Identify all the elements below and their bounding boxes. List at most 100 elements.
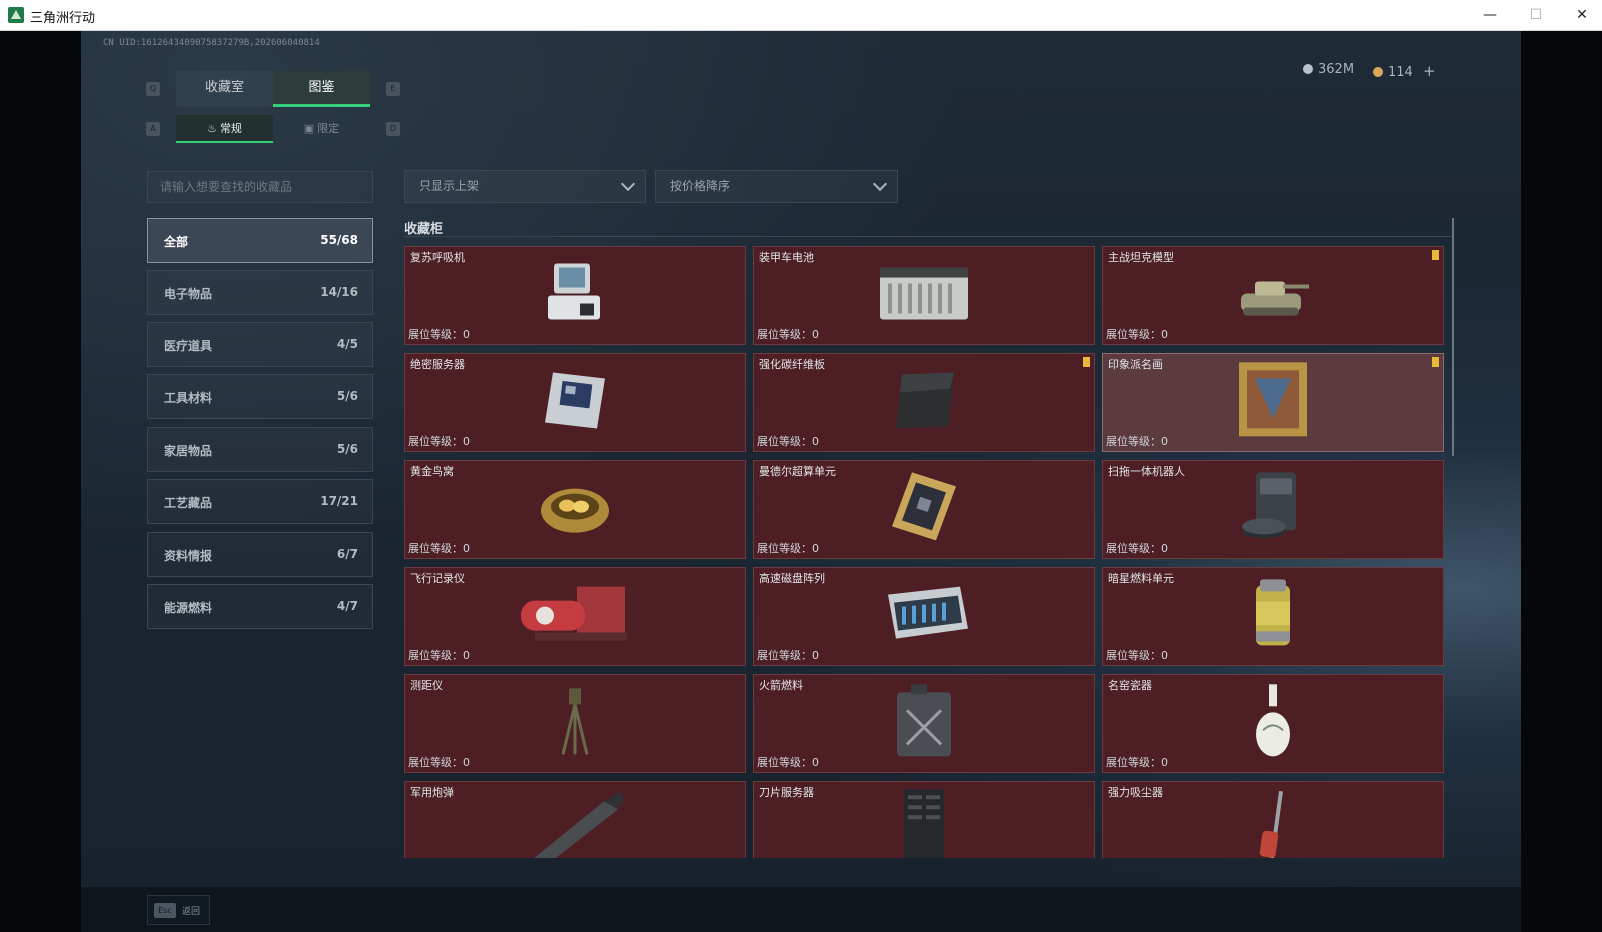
vacuum-cleaner-icon xyxy=(1253,785,1293,858)
search-input[interactable]: 请输入想要查找的收藏品 xyxy=(147,171,373,203)
item-card[interactable]: 飞行记录仪 展位等级：0 xyxy=(404,567,746,666)
item-name: 暗星燃料单元 xyxy=(1108,572,1174,585)
battery-icon xyxy=(874,257,974,331)
item-card[interactable]: 主战坦克模型 展位等级：0 xyxy=(1102,246,1444,345)
item-grid: 复苏呼吸机 展位等级：0 装甲车电池 展位等级：0 主战坦克模型 展位等级：0 … xyxy=(404,246,1448,858)
item-card[interactable]: 黄金鸟窝 展位等级：0 xyxy=(404,460,746,559)
category-count: 4/5 xyxy=(336,337,358,351)
rangefinder-icon xyxy=(555,682,595,762)
item-name: 强力吸尘器 xyxy=(1108,786,1163,799)
golden-nest-icon xyxy=(535,474,615,542)
rocket-fuel-icon xyxy=(891,680,957,764)
item-level: 展位等级：0 xyxy=(1106,542,1168,555)
carbon-plate-icon xyxy=(884,364,964,438)
category-medical[interactable]: 医疗道具 4/5 xyxy=(147,322,373,367)
robot-vacuum-icon xyxy=(1238,468,1308,548)
listing-filter-value: 只显示上架 xyxy=(419,179,480,193)
limited-icon: ▣ xyxy=(303,122,315,135)
item-level: 展位等级：0 xyxy=(408,756,470,769)
gold-currency: 114 + xyxy=(1373,62,1436,80)
new-badge xyxy=(1432,250,1439,260)
tab-collection-room[interactable]: 收藏室 xyxy=(176,71,273,107)
close-button[interactable]: ✕ xyxy=(1559,0,1602,30)
subtab-limited[interactable]: ▣ 限定 xyxy=(273,115,370,143)
item-card[interactable]: 装甲车电池 展位等级：0 xyxy=(753,246,1095,345)
category-count: 17/21 xyxy=(320,494,358,508)
blade-server-icon xyxy=(894,785,954,858)
subtab-regular-label: 常规 xyxy=(219,122,242,135)
item-name: 测距仪 xyxy=(410,679,443,692)
sort-value: 按价格降序 xyxy=(670,179,731,193)
item-card[interactable]: 军用炮弹 展位等级：0 xyxy=(404,781,746,858)
bottom-bar xyxy=(81,887,1521,932)
category-electronics[interactable]: 电子物品 14/16 xyxy=(147,270,373,315)
category-tools[interactable]: 工具材料 5/6 xyxy=(147,374,373,419)
item-level: 展位等级：0 xyxy=(757,649,819,662)
grid-scrollbar[interactable] xyxy=(1452,218,1454,456)
window-title: 三角洲行动 xyxy=(30,11,96,26)
silver-amount: 362M xyxy=(1318,62,1355,77)
item-card[interactable]: 测距仪 展位等级：0 xyxy=(404,674,746,773)
item-name: 刀片服务器 xyxy=(759,786,814,799)
esc-key-hint: Esc xyxy=(154,903,176,918)
item-card[interactable]: 名窑瓷器 展位等级：0 xyxy=(1102,674,1444,773)
item-card[interactable]: 扫拖一体机器人 展位等级：0 xyxy=(1102,460,1444,559)
add-currency-button[interactable]: + xyxy=(1423,62,1436,80)
listing-filter-dropdown[interactable]: 只显示上架 xyxy=(404,170,646,203)
category-intel[interactable]: 资料情报 6/7 xyxy=(147,532,373,577)
item-name: 火箭燃料 xyxy=(759,679,803,692)
silver-coin-icon xyxy=(1303,64,1313,74)
item-level: 展位等级：0 xyxy=(1106,328,1168,341)
item-card[interactable]: 暗星燃料单元 展位等级：0 xyxy=(1102,567,1444,666)
item-level: 展位等级：0 xyxy=(757,542,819,555)
item-card[interactable]: 绝密服务器 展位等级：0 xyxy=(404,353,746,452)
subtab-regular[interactable]: ♨ 常规 xyxy=(176,115,273,143)
item-card[interactable]: 印象派名画 展位等级：0 xyxy=(1102,353,1444,452)
gold-coin-icon xyxy=(1373,67,1383,77)
category-count: 5/6 xyxy=(336,389,358,403)
category-label: 电子物品 xyxy=(164,287,213,301)
maximize-button[interactable]: ☐ xyxy=(1513,0,1559,30)
category-label: 医疗道具 xyxy=(164,339,213,353)
flight-recorder-icon xyxy=(515,580,635,650)
item-level: 展位等级：0 xyxy=(408,649,470,662)
flame-icon: ♨ xyxy=(207,122,217,135)
item-card[interactable]: 刀片服务器 展位等级：0 xyxy=(753,781,1095,858)
tank-model-icon xyxy=(1233,257,1313,331)
back-button[interactable]: Esc 返回 xyxy=(147,895,210,925)
item-card[interactable]: 高速磁盘阵列 展位等级：0 xyxy=(753,567,1095,666)
item-card[interactable]: 强化碳纤维板 展位等级：0 xyxy=(753,353,1095,452)
app-logo-icon xyxy=(8,7,24,23)
category-household[interactable]: 家居物品 5/6 xyxy=(147,427,373,472)
sort-dropdown[interactable]: 按价格降序 xyxy=(655,170,898,203)
category-fuel[interactable]: 能源燃料 4/7 xyxy=(147,584,373,629)
minimize-button[interactable]: — xyxy=(1467,0,1513,30)
category-crafts[interactable]: 工艺藏品 17/21 xyxy=(147,479,373,524)
item-card[interactable]: 曼德尔超算单元 展位等级：0 xyxy=(753,460,1095,559)
item-name: 印象派名画 xyxy=(1108,358,1163,371)
key-hint-e: E xyxy=(386,82,400,96)
category-label: 全部 xyxy=(164,235,189,249)
item-name: 装甲车电池 xyxy=(759,251,814,264)
category-count: 6/7 xyxy=(336,547,358,561)
item-card[interactable]: 火箭燃料 展位等级：0 xyxy=(753,674,1095,773)
item-name: 高速磁盘阵列 xyxy=(759,572,825,585)
subtab-limited-label: 限定 xyxy=(317,122,340,135)
category-label: 家居物品 xyxy=(164,444,213,458)
item-name: 名窑瓷器 xyxy=(1108,679,1152,692)
ventilator-icon xyxy=(540,257,610,331)
item-level: 展位等级：0 xyxy=(757,435,819,448)
section-divider xyxy=(404,236,1452,237)
back-label: 返回 xyxy=(182,907,201,917)
category-all[interactable]: 全部 55/68 xyxy=(147,218,373,263)
section-title: 收藏柜 xyxy=(404,222,444,237)
tab-codex[interactable]: 图鉴 xyxy=(273,71,370,107)
disk-array-icon xyxy=(876,580,972,650)
item-card[interactable]: 强力吸尘器 展位等级：0 xyxy=(1102,781,1444,858)
chevron-down-icon xyxy=(620,176,636,192)
item-name: 强化碳纤维板 xyxy=(759,358,825,371)
painting-icon xyxy=(1237,360,1309,442)
item-card[interactable]: 复苏呼吸机 展位等级：0 xyxy=(404,246,746,345)
key-hint-a: A xyxy=(146,122,160,136)
item-name: 绝密服务器 xyxy=(410,358,465,371)
